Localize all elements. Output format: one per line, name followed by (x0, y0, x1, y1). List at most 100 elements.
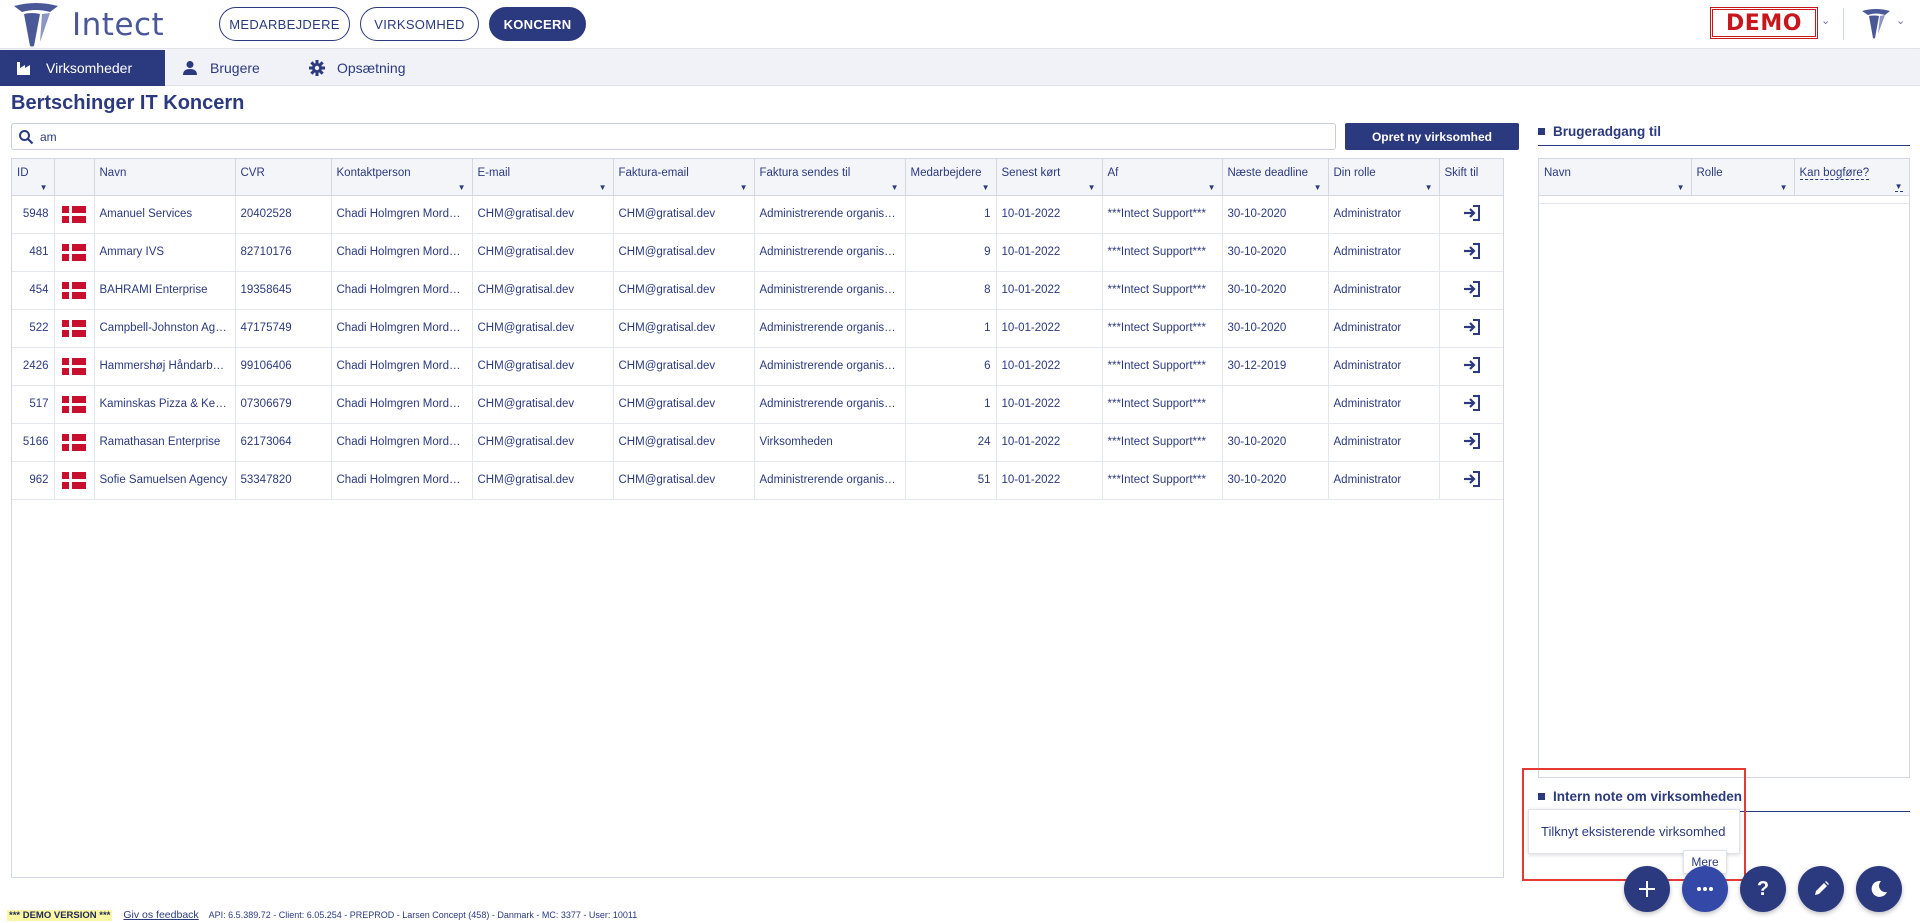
switch-to-cell (1439, 461, 1503, 500)
tab-label: Virksomheder (46, 60, 133, 76)
column-header[interactable]: Rolle ▼ (1691, 159, 1795, 196)
edit-button[interactable] (1798, 866, 1844, 912)
employee-count: 1 (905, 309, 997, 348)
column-header[interactable]: Næste deadline ▼ (1222, 159, 1329, 196)
invoice-recipient: Administrerende organisation (754, 385, 906, 424)
column-header[interactable]: CVR (235, 159, 332, 196)
filter-icon[interactable]: ▼ (1894, 182, 1903, 192)
table-row[interactable]: 454 BAHRAMI Enterprise 19358645 Chadi Holmg… (12, 271, 1503, 310)
filter-icon[interactable]: ▼ (1780, 183, 1788, 192)
column-header[interactable]: Navn ▼ (1539, 159, 1692, 196)
dark-mode-button[interactable] (1856, 866, 1902, 912)
table-row[interactable]: 5166 Ramathasan Enterprise 62173064 Chadi H… (12, 423, 1503, 462)
table-row[interactable]: 517 Kaminskas Pizza & Kebab 07306679 Chadi … (12, 385, 1503, 424)
filter-icon[interactable]: ▼ (740, 183, 748, 192)
switch-to-company-icon[interactable] (1463, 204, 1481, 221)
run-by: ***Intect Support*** (1102, 385, 1223, 424)
column-header[interactable]: Medarbejdere ▼ (905, 159, 997, 196)
column-header[interactable]: Din rolle ▼ (1328, 159, 1440, 196)
switch-to-company-icon[interactable] (1463, 470, 1481, 487)
filter-icon[interactable]: ▼ (1088, 183, 1096, 192)
flag-cell (54, 347, 95, 386)
cvr: 62173064 (235, 423, 332, 462)
column-header[interactable]: Kontaktperson ▼ (331, 159, 473, 196)
filter-icon[interactable]: ▼ (1425, 183, 1433, 192)
switch-to-company-icon[interactable] (1463, 280, 1481, 297)
employee-count: 51 (905, 461, 997, 500)
role: Administrator (1328, 461, 1440, 500)
next-deadline: 30-10-2020 (1222, 309, 1329, 348)
column-header[interactable]: Af ▼ (1102, 159, 1223, 196)
nav-virksomhed-button[interactable]: VIRKSOMHED (360, 7, 479, 41)
question-icon: ? (1756, 877, 1770, 900)
filter-icon[interactable]: ▼ (458, 183, 466, 192)
column-header[interactable]: Skift til (1439, 159, 1503, 196)
column-header[interactable]: Navn (94, 159, 236, 196)
tab-virksomheder[interactable]: Virksomheder (0, 50, 165, 86)
email: CHM@gratisal.dev (472, 461, 614, 500)
filter-icon[interactable]: ▼ (1677, 183, 1685, 192)
switch-to-company-icon[interactable] (1463, 318, 1481, 335)
switch-to-company-icon[interactable] (1463, 242, 1481, 259)
filter-icon[interactable]: ▼ (599, 183, 607, 192)
nav-medarbejdere-button[interactable]: MEDARBEJDERE (219, 7, 350, 41)
filter-icon[interactable]: ▼ (1208, 183, 1216, 192)
divider (1843, 8, 1844, 40)
nav-koncern-button[interactable]: KONCERN (489, 7, 586, 41)
cvr: 53347820 (235, 461, 332, 500)
search-icon (19, 130, 34, 145)
search-box[interactable] (11, 123, 1336, 150)
table-row[interactable]: 2426 Hammershøj Håndarbejde 99106406 Chadi … (12, 347, 1503, 386)
company-name: Hammershøj Håndarbejde (94, 347, 236, 386)
factory-icon (17, 62, 30, 75)
run-by: ***Intect Support*** (1102, 423, 1223, 462)
create-company-button[interactable]: Opret ny virksomhed (1345, 123, 1519, 150)
table-row[interactable]: 481 Ammary IVS 82710176 Chadi Holmgren Mord… (12, 233, 1503, 272)
intect-logo-icon (14, 3, 58, 47)
company-id: 962 (12, 461, 55, 500)
help-button[interactable]: ? (1740, 866, 1786, 912)
column-header[interactable]: Senest kørt ▼ (996, 159, 1103, 196)
switch-to-company-icon[interactable] (1463, 432, 1481, 449)
filter-icon[interactable]: ▼ (40, 183, 48, 192)
contact-person: Chadi Holmgren Mordhorst (331, 233, 473, 272)
employee-count: 1 (905, 385, 997, 424)
tab-opsaetning[interactable]: Opsætning (309, 50, 405, 86)
last-run: 10-01-2022 (996, 347, 1103, 386)
user-access-title: Brugeradgang til (1538, 124, 1661, 139)
more-button[interactable] (1682, 866, 1728, 912)
table-row[interactable]: 5948 Amanuel Services 20402528 Chadi Holmgr… (12, 195, 1503, 234)
company-name: BAHRAMI Enterprise (94, 271, 236, 310)
column-header[interactable]: E-mail ▼ (472, 159, 614, 196)
invoice-email: CHM@gratisal.dev (613, 347, 755, 386)
contact-person: Chadi Holmgren Mordhorst (331, 385, 473, 424)
column-header[interactable]: Kan bogføre? ▼ (1794, 159, 1910, 196)
invoice-recipient: Administrerende organisation (754, 309, 906, 348)
filter-icon[interactable]: ▼ (1314, 183, 1322, 192)
filter-icon[interactable]: ▼ (891, 183, 899, 192)
chevron-down-icon[interactable]: ⌄ (1821, 14, 1830, 27)
search-input[interactable] (40, 127, 1320, 147)
table-row[interactable]: 522 Campbell-Johnston Agency 47175749 Chadi… (12, 309, 1503, 348)
filter-icon[interactable]: ▼ (982, 183, 990, 192)
flag-cell (54, 271, 95, 310)
column-header[interactable]: Faktura sendes til ▼ (754, 159, 906, 196)
feedback-link[interactable]: Giv os feedback (123, 909, 198, 921)
column-header[interactable]: ID ▼ (12, 159, 55, 196)
chevron-down-icon[interactable]: ⌄ (1896, 14, 1905, 27)
user-menu-logo-icon[interactable] (1860, 8, 1892, 40)
table-header-row: ID ▼ Navn CVR Kontaktperson ▼ E-mail ▼ Fakt… (12, 159, 1503, 196)
switch-to-company-icon[interactable] (1463, 356, 1481, 373)
table-row[interactable]: 962 Sofie Samuelsen Agency 53347820 Chadi H… (12, 461, 1503, 500)
add-button[interactable] (1624, 866, 1670, 912)
contact-person: Chadi Holmgren Mordhorst (331, 461, 473, 500)
tab-brugere[interactable]: Brugere (180, 50, 260, 86)
moon-icon (1871, 880, 1887, 897)
switch-to-company-icon[interactable] (1463, 394, 1481, 411)
demo-badge[interactable]: DEMO (1710, 7, 1818, 39)
column-header[interactable]: Faktura-email ▼ (613, 159, 755, 196)
role: Administrator (1328, 347, 1440, 386)
intect-logo[interactable]: Intect (10, 2, 164, 48)
last-run: 10-01-2022 (996, 195, 1103, 234)
invoice-email: CHM@gratisal.dev (613, 461, 755, 500)
